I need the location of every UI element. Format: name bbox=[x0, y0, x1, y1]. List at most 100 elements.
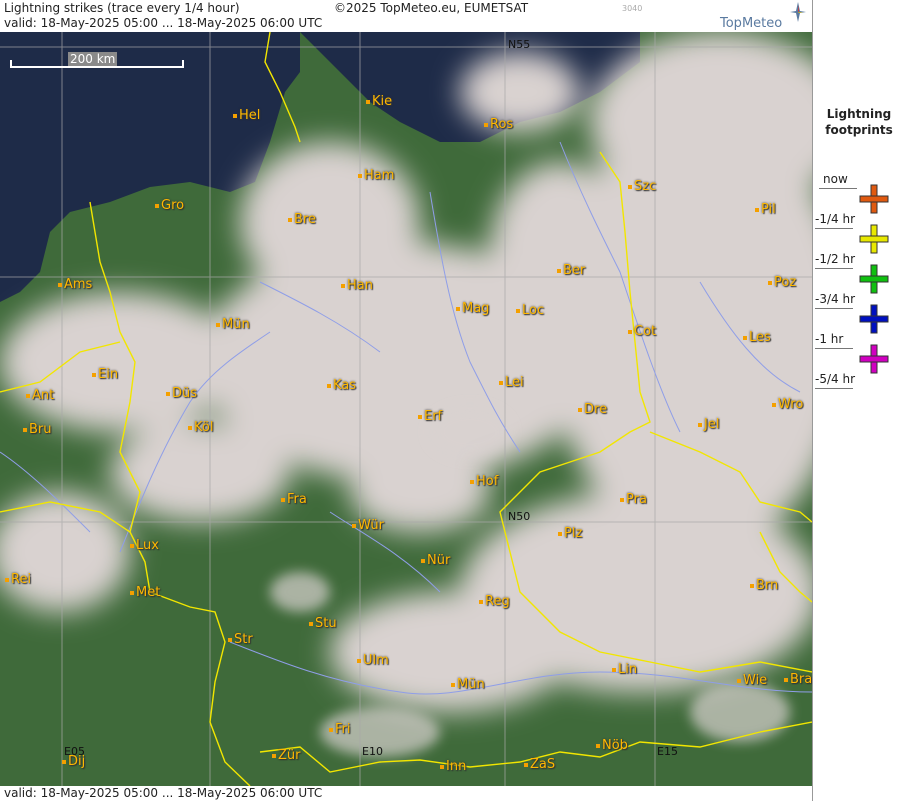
grid-label-n50: N50 bbox=[508, 510, 531, 523]
satellite-map[interactable]: Kie Hel Ros Ham Szc Gro Bre Pil Ber Ams Han Poz Mag L… bbox=[0, 32, 812, 786]
city-name: Pra bbox=[626, 492, 647, 507]
city-dot bbox=[352, 523, 356, 528]
header: Lightning strikes (trace every 1/4 hour)… bbox=[0, 0, 812, 32]
city-name: Ein bbox=[98, 367, 119, 382]
city-dot bbox=[440, 764, 444, 769]
copyright: ©2025 TopMeteo.eu, EUMETSAT bbox=[334, 1, 529, 15]
city-label: Wro bbox=[772, 397, 803, 412]
city-dot bbox=[743, 335, 747, 340]
city-dot bbox=[557, 268, 561, 273]
city-dot bbox=[341, 283, 345, 288]
city-dot bbox=[784, 677, 788, 682]
legend-separator bbox=[815, 268, 853, 269]
city-label: Bru bbox=[23, 422, 52, 437]
city-dot bbox=[228, 637, 232, 642]
lightning-cross-icon bbox=[859, 344, 889, 374]
city-name: Wro bbox=[778, 397, 804, 412]
city-name: Cot bbox=[634, 324, 657, 339]
city-dot bbox=[272, 753, 276, 758]
city-name: Bru bbox=[29, 422, 52, 437]
city-dot bbox=[596, 743, 600, 748]
lightning-cross-icon bbox=[859, 224, 889, 254]
city-name: Ams bbox=[64, 277, 93, 292]
map-canvas bbox=[0, 32, 812, 786]
city-label: Str bbox=[228, 632, 253, 647]
grid-label-e15: E15 bbox=[657, 745, 678, 758]
city-label: Ein bbox=[92, 367, 118, 382]
lightning-cross-icon bbox=[859, 304, 889, 334]
city-label: Ams bbox=[58, 277, 92, 292]
city-name: Zür bbox=[278, 748, 301, 763]
city-name: Dre bbox=[584, 402, 608, 417]
city-name: Szc bbox=[634, 179, 657, 194]
city-name: Plz bbox=[564, 526, 583, 541]
city-dot bbox=[578, 407, 582, 412]
lightning-map-frame: Lightning strikes (trace every 1/4 hour)… bbox=[0, 0, 904, 801]
city-label: Gro bbox=[155, 198, 184, 213]
city-dot bbox=[92, 372, 96, 377]
footer-valid-time: valid: 18-May-2025 05:00 ... 18-May-2025… bbox=[4, 786, 323, 800]
city-dot bbox=[233, 113, 237, 118]
legend-label: -5/4 hr bbox=[815, 372, 855, 386]
legend-separator bbox=[815, 228, 853, 229]
city-name: Wür bbox=[358, 518, 384, 533]
city-name: Mün bbox=[222, 317, 250, 332]
scale-bar: 200 km bbox=[10, 52, 184, 68]
city-dot bbox=[357, 658, 361, 663]
city-dot bbox=[155, 203, 159, 208]
city-dot bbox=[309, 621, 313, 626]
city-name: Reg bbox=[485, 594, 510, 609]
city-dot bbox=[628, 329, 632, 334]
city-label: Pra bbox=[620, 492, 647, 507]
grid-label-e05: E05 bbox=[64, 745, 85, 758]
city-label: Plz bbox=[558, 526, 582, 541]
city-dot bbox=[750, 583, 754, 588]
city-name: Mag bbox=[462, 301, 490, 316]
valid-time: valid: 18-May-2025 05:00 ... 18-May-2025… bbox=[4, 16, 323, 30]
legend-title-line1: Lightning bbox=[826, 107, 892, 121]
city-dot bbox=[26, 393, 30, 398]
city-name: Lei bbox=[505, 375, 524, 390]
city-dot bbox=[558, 531, 562, 536]
city-dot bbox=[5, 577, 9, 582]
legend-separator bbox=[815, 388, 853, 389]
city-label: Köl bbox=[188, 420, 213, 435]
city-label: Bre bbox=[288, 212, 316, 227]
city-label: Lin bbox=[612, 662, 637, 677]
city-label: Kas bbox=[327, 378, 356, 393]
city-name: Les bbox=[749, 330, 771, 345]
city-dot bbox=[484, 122, 488, 127]
city-dot bbox=[23, 427, 27, 432]
city-name: Nöb bbox=[602, 738, 628, 753]
grid-label-e10: E10 bbox=[362, 745, 383, 758]
city-dot bbox=[288, 217, 292, 222]
city-name: Düs bbox=[172, 386, 198, 401]
city-label: Cot bbox=[628, 324, 656, 339]
city-dot bbox=[366, 99, 370, 104]
city-name: Wie bbox=[743, 673, 768, 688]
city-label: Mün bbox=[451, 677, 485, 692]
city-name: Kie bbox=[372, 94, 393, 109]
city-dot bbox=[281, 497, 285, 502]
legend-label: now bbox=[823, 172, 848, 186]
city-dot bbox=[456, 306, 460, 311]
city-name: Köl bbox=[194, 420, 214, 435]
legend-title-line2: footprints bbox=[825, 123, 893, 137]
city-label: Ham bbox=[358, 168, 394, 183]
city-name: Brn bbox=[756, 578, 779, 593]
city-name: Lin bbox=[618, 662, 638, 677]
city-label: Wür bbox=[352, 518, 384, 533]
city-label: Pil bbox=[755, 202, 776, 217]
city-dot bbox=[524, 762, 528, 767]
map-title: Lightning strikes (trace every 1/4 hour) bbox=[4, 1, 240, 15]
city-name: Nür bbox=[427, 553, 451, 568]
product-code: 3040 bbox=[622, 4, 643, 13]
city-dot bbox=[58, 282, 62, 287]
city-label: Ulm bbox=[357, 653, 389, 668]
city-name: ZaS bbox=[530, 757, 556, 772]
city-name: Hof bbox=[476, 474, 499, 489]
city-label: Nöb bbox=[596, 738, 628, 753]
city-label: Inn bbox=[440, 759, 466, 774]
topmeteo-logo[interactable]: TopMeteo bbox=[720, 2, 812, 31]
city-dot bbox=[418, 414, 422, 419]
